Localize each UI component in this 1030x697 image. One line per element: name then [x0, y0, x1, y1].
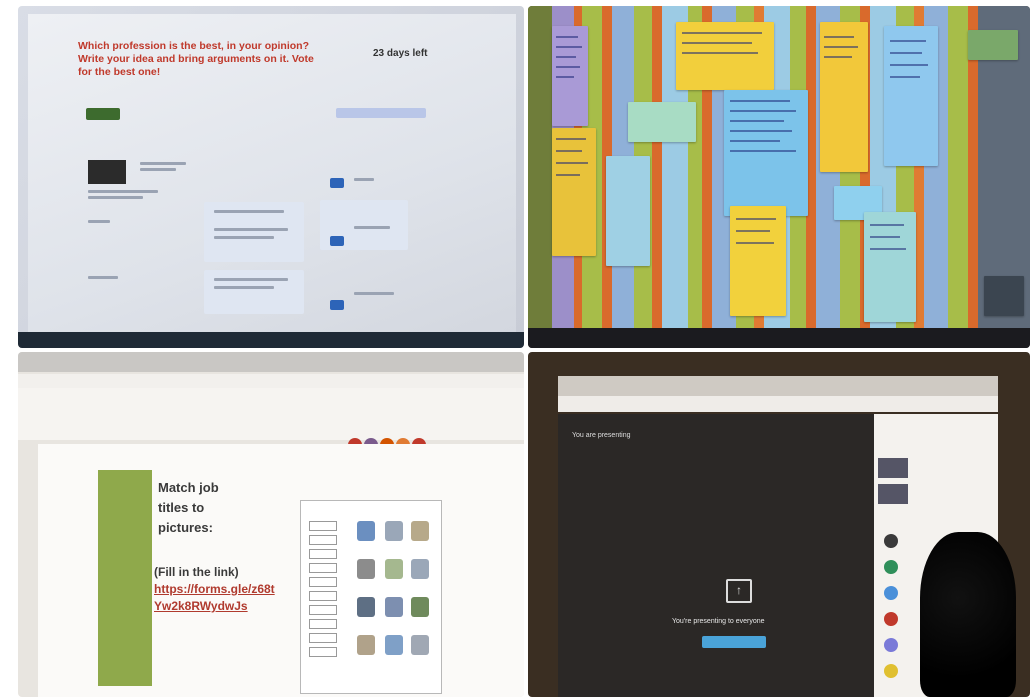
windows-taskbar	[528, 328, 1030, 348]
padlet-screen: Which profession is the best, in your op…	[28, 14, 516, 332]
form-link[interactable]: Yw2k8RWydwJs	[154, 598, 275, 615]
text-line	[88, 276, 118, 279]
presenting-header: You are presenting	[572, 432, 631, 439]
address-bar	[558, 396, 998, 412]
sticky-note	[968, 30, 1018, 60]
doc-instructions: (Fill in the link) https://forms.gle/z68…	[154, 564, 275, 615]
participant-avatar	[884, 638, 898, 652]
job-worksheet-image	[300, 500, 442, 694]
text-line	[88, 220, 110, 223]
doc-heading: Match job titles to pictures:	[158, 478, 219, 538]
sticky-note	[628, 102, 696, 142]
green-image-block	[98, 470, 152, 686]
text-line	[214, 286, 274, 289]
text-line	[354, 226, 390, 229]
text-line	[88, 196, 143, 199]
presenting-message: You're presenting to everyone	[672, 618, 765, 625]
text-line	[214, 228, 288, 231]
text-line	[354, 178, 374, 181]
video-thumbnail	[984, 276, 1024, 316]
text-line	[214, 236, 274, 239]
text-line	[214, 210, 284, 213]
participant-avatar	[884, 664, 898, 678]
sticky-note	[552, 128, 596, 256]
browser-tab-bar	[558, 376, 998, 396]
text-line	[140, 162, 186, 165]
participant-avatar	[884, 586, 898, 600]
participant-avatar	[884, 534, 898, 548]
participant-avatar	[884, 612, 898, 626]
heading-line: Match job	[158, 480, 219, 495]
vote-button	[330, 300, 344, 310]
browser-tab-bar	[18, 352, 524, 372]
sticky-wall-photo	[528, 6, 1030, 348]
participant-avatar	[884, 560, 898, 574]
comment-card	[204, 270, 304, 314]
google-doc-photo: Match job titles to pictures: (Fill in t…	[18, 352, 524, 697]
vote-button	[330, 178, 344, 188]
sticky-note	[724, 90, 808, 216]
text-line	[88, 190, 158, 193]
photo-collage: Which profession is the best, in your op…	[18, 6, 1030, 697]
participant-thumb	[878, 484, 908, 504]
padlet-add-button	[86, 108, 120, 120]
sticky-note	[884, 26, 938, 166]
black-cable	[920, 532, 1016, 697]
heading-line: titles to	[158, 500, 205, 515]
screen-share-icon: ↑	[726, 579, 752, 603]
participant-thumb	[878, 458, 908, 478]
google-meet-photo: You are presenting ↑ You're presenting t…	[528, 352, 1030, 697]
vote-button	[330, 236, 344, 246]
text-line	[214, 278, 288, 281]
text-line	[354, 292, 394, 295]
windows-taskbar	[18, 332, 524, 348]
doc-toolbar	[18, 388, 524, 452]
padlet-prompt: Which profession is the best, in your op…	[78, 40, 314, 78]
sticky-note	[820, 22, 868, 172]
text-line	[140, 168, 176, 171]
heading-line: pictures:	[158, 520, 213, 535]
sticky-note	[730, 206, 786, 316]
padlet-post-image	[88, 160, 126, 184]
sticky-note	[606, 156, 650, 266]
address-bar	[18, 374, 524, 388]
padlet-days-left: 23 days left	[373, 48, 428, 59]
sticky-note	[864, 212, 916, 322]
stop-presenting-button[interactable]	[702, 636, 766, 648]
fill-label: (Fill in the link)	[154, 565, 239, 579]
presentation-stage	[558, 414, 874, 697]
padlet-board-photo: Which profession is the best, in your op…	[18, 6, 524, 348]
form-link[interactable]: https://forms.gle/z68t	[154, 581, 275, 598]
padlet-sort-tabs	[336, 108, 426, 118]
